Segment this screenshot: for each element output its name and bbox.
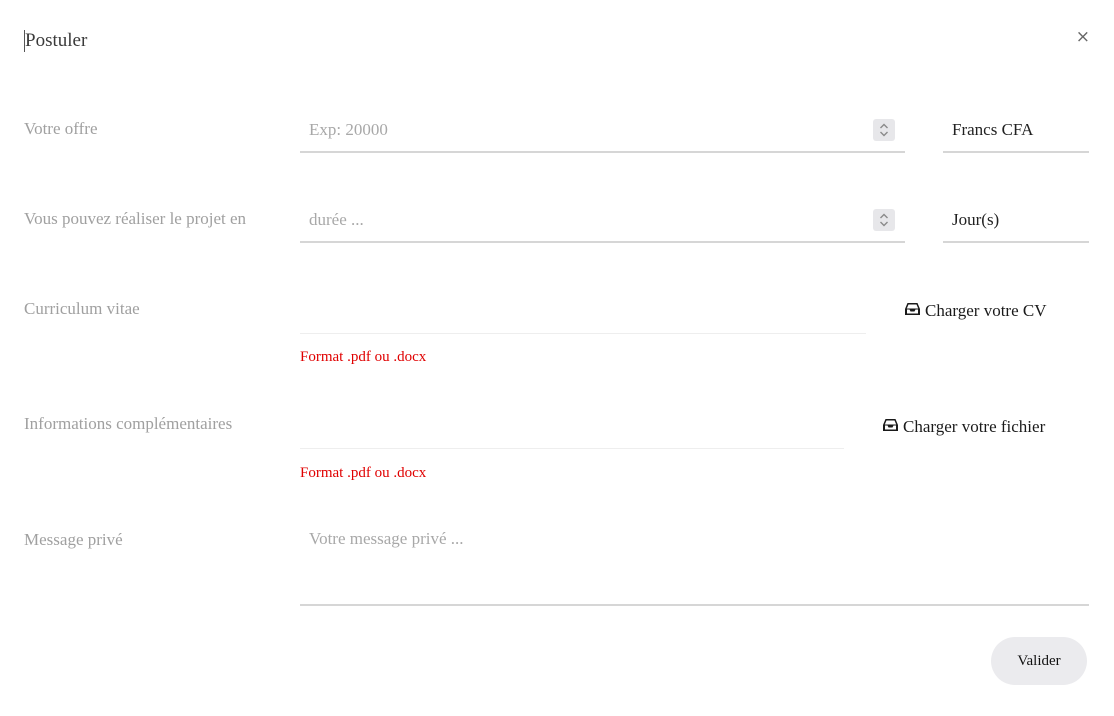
currency-value: Francs CFA [952,120,1034,139]
inbox-icon [882,417,899,437]
message-placeholder: Votre message privé ... [309,529,464,548]
duration-placeholder: durée ... [309,210,364,229]
extra-info-file-field[interactable] [300,448,844,449]
upload-file-label: Charger votre fichier [903,417,1046,436]
duration-input[interactable]: durée ... [300,199,905,243]
upload-file-button[interactable]: Charger votre fichier [882,417,1045,437]
inbox-icon [904,301,921,321]
currency-field[interactable]: Francs CFA [943,109,1089,153]
extra-info-label: Informations complémentaires [24,414,233,433]
modal-title: Postuler [24,30,88,52]
offer-placeholder: Exp: 20000 [309,120,388,139]
close-button[interactable]: × [1076,27,1090,47]
stepper-arrows-icon [880,213,888,227]
message-label: Message privé [24,530,123,549]
offer-label: Votre offre [24,119,98,138]
upload-cv-button[interactable]: Charger votre CV [904,301,1047,321]
duration-unit-field[interactable]: Jour(s) [943,199,1089,243]
duration-unit-value: Jour(s) [952,210,1000,229]
message-textarea[interactable]: Votre message privé ... [300,521,1089,606]
duration-label: Vous pouvez réaliser le projet en [24,209,247,228]
extra-info-format-hint: Format .pdf ou .docx [300,465,427,481]
cv-format-hint: Format .pdf ou .docx [300,349,427,365]
duration-stepper[interactable] [873,209,895,231]
cv-file-field[interactable] [300,333,866,334]
upload-cv-label: Charger votre CV [925,301,1047,320]
stepper-arrows-icon [880,123,888,137]
submit-button[interactable]: Valider [991,637,1087,685]
offer-stepper[interactable] [873,119,895,141]
cv-label: Curriculum vitae [24,299,140,318]
offer-input[interactable]: Exp: 20000 [300,109,905,153]
